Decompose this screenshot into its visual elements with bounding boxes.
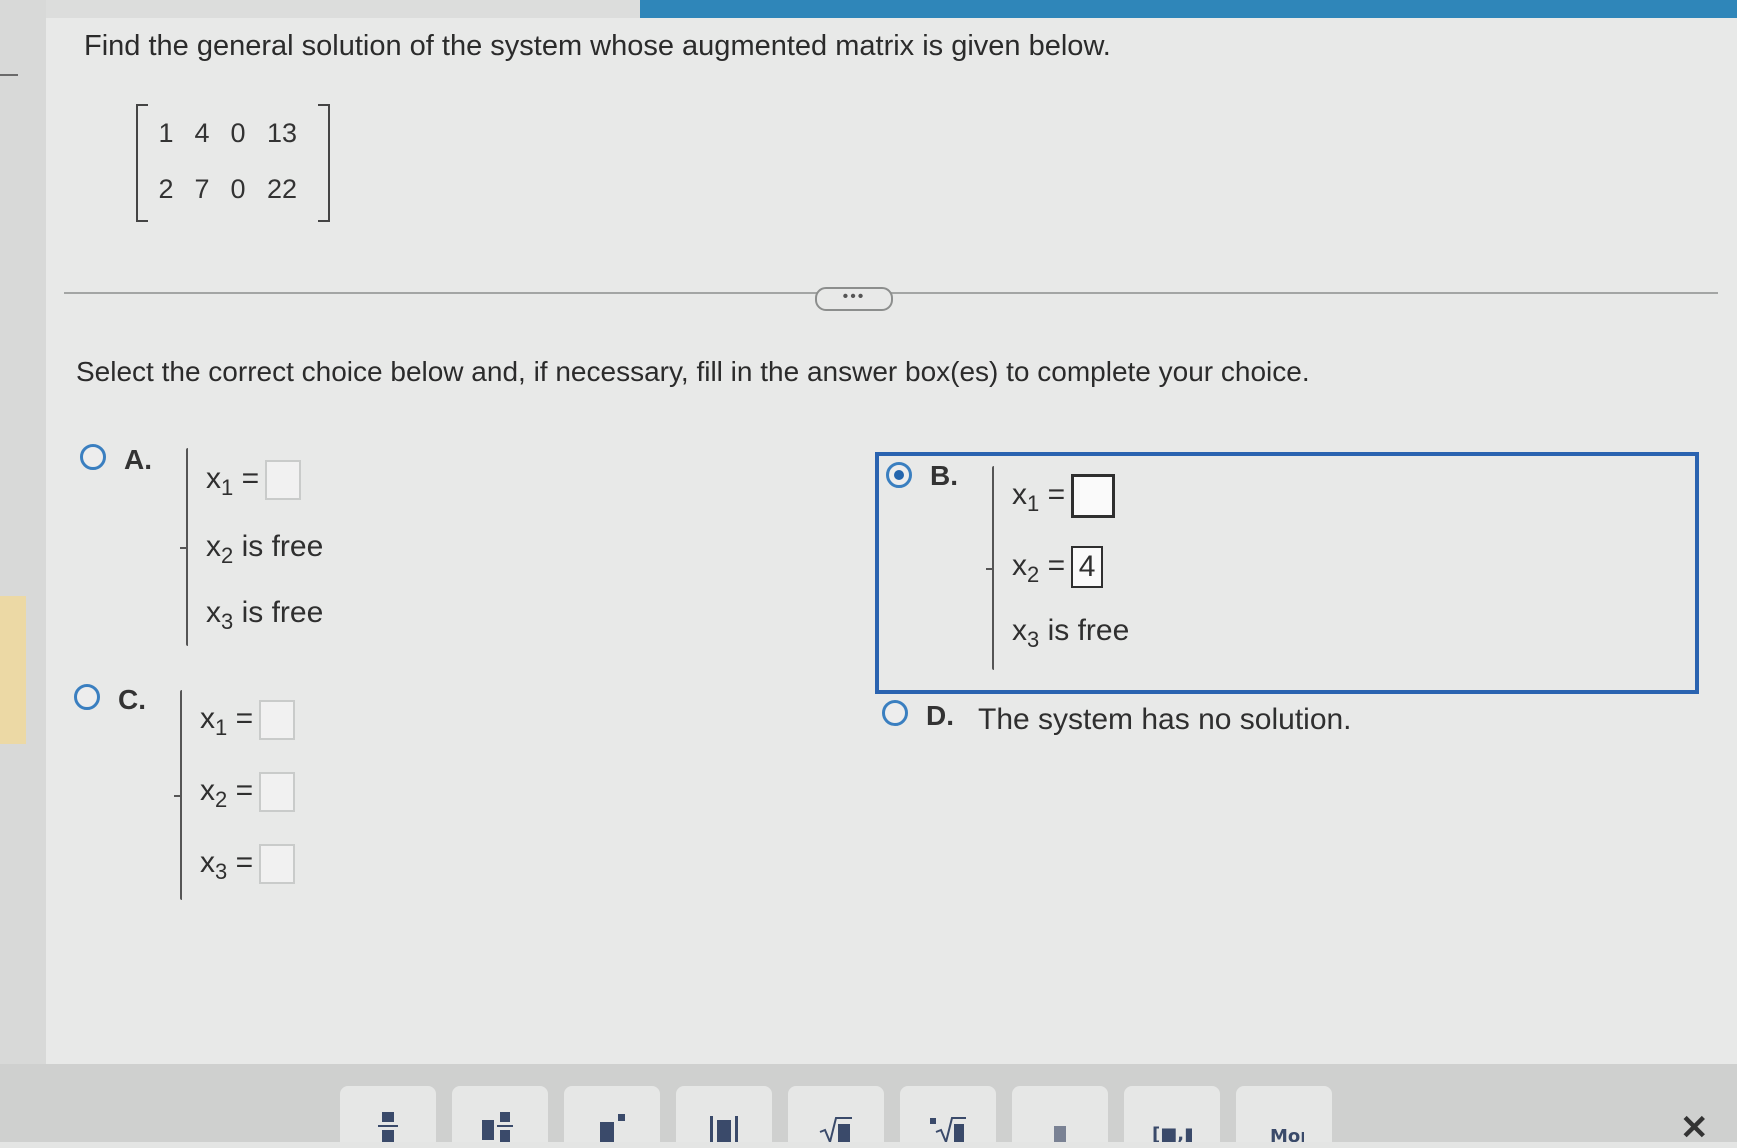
variable-subscript: 1 (221, 474, 234, 500)
left-tick-mark (0, 74, 18, 76)
matrix-cell: 1 (158, 118, 174, 148)
equals-sign: = (1039, 548, 1066, 582)
variable: x (200, 701, 215, 735)
more-symbols-button[interactable]: More (1236, 1086, 1332, 1142)
matrix-cell: 22 (266, 174, 298, 204)
choice-a-brace (180, 448, 188, 646)
matrix-cell: 0 (230, 174, 246, 204)
choice-c-label: C. (118, 684, 146, 715)
matrix-cell: 4 (194, 118, 210, 148)
variable-subscript: 1 (215, 714, 228, 740)
variable: x (200, 773, 215, 807)
close-icon[interactable]: ✕ (1680, 1108, 1709, 1148)
choice-b-x1-row: x1 = (1012, 474, 1116, 518)
choice-b-x2-row: x2 = 4 (1012, 546, 1104, 588)
mixed-number-icon (482, 1112, 513, 1142)
choice-a-radio[interactable] (80, 444, 106, 470)
variable: x (206, 530, 221, 563)
choice-c-x3-answer-box[interactable] (259, 844, 296, 884)
variable-subscript: 3 (215, 858, 228, 884)
free-text: is free (233, 530, 324, 563)
question-text: Find the general solution of the system … (84, 30, 1111, 62)
variable: x (1012, 614, 1027, 647)
variable-subscript: 2 (215, 786, 228, 812)
choice-a-x1-answer-box[interactable] (265, 460, 302, 500)
more-button[interactable]: ••• (815, 287, 893, 311)
instruction-text: Select the correct choice below and, if … (76, 356, 1310, 387)
interval-icon: [■,■] (1152, 1124, 1192, 1142)
variable-subscript: 2 (1027, 561, 1040, 587)
matrix-cell: 0 (230, 118, 246, 148)
choice-c-x3-row: x3 = (200, 844, 296, 885)
choice-a-x2-row: x2 is free (206, 530, 323, 569)
left-sidebar-strip (0, 0, 46, 1142)
variable-subscript: 3 (221, 609, 234, 634)
choice-b-selected-frame (875, 452, 1699, 694)
square-root-icon (819, 1117, 852, 1142)
absolute-value-button[interactable] (676, 1086, 772, 1142)
augmented-matrix: 1 4 0 13 2 7 0 22 (136, 104, 330, 222)
matrix-cell: 13 (266, 118, 298, 148)
equals-sign: = (227, 773, 254, 807)
mixed-number-button[interactable] (452, 1086, 548, 1142)
variable: x (1012, 548, 1027, 582)
choice-d-label: D. (926, 700, 954, 731)
equals-sign: = (227, 701, 254, 735)
exponent-icon (600, 1114, 625, 1142)
choice-a-x1-row: x1 = (206, 460, 302, 501)
choice-b-x3-row: x3 is free (1012, 614, 1129, 653)
choice-b-x2-answer-box[interactable]: 4 (1071, 546, 1104, 588)
left-highlight-strip (0, 596, 26, 744)
choice-c-x2-row: x2 = (200, 772, 296, 813)
choice-b-x1-answer-box[interactable] (1071, 474, 1116, 518)
svg-text:More: More (1270, 1126, 1304, 1142)
equals-sign: = (1039, 477, 1066, 511)
choice-d-radio[interactable] (882, 700, 908, 726)
choice-b-brace (986, 466, 994, 670)
choice-c-x1-answer-box[interactable] (259, 700, 296, 740)
variable-subscript: 2 (221, 543, 234, 568)
variable-subscript: 1 (1027, 490, 1040, 516)
choice-c-radio[interactable] (74, 684, 100, 710)
interval-button[interactable]: [■,■] (1124, 1086, 1220, 1142)
equals-sign: = (233, 461, 260, 495)
absolute-value-icon (710, 1116, 738, 1142)
fraction-button[interactable] (340, 1086, 436, 1142)
nth-root-icon (930, 1117, 966, 1142)
svg-text:[■,■]: [■,■] (1152, 1124, 1192, 1142)
free-text: is free (1039, 614, 1130, 647)
nth-root-button[interactable] (900, 1086, 996, 1142)
matrix-right-bracket (318, 104, 330, 222)
top-accent-bar (640, 0, 1737, 18)
choice-c-brace (174, 690, 182, 900)
variable: x (206, 461, 221, 495)
matrix-cell: 7 (194, 174, 210, 204)
choice-c-x1-row: x1 = (200, 700, 296, 741)
more-symbols-icon: More (1270, 1126, 1304, 1142)
equals-sign: = (227, 845, 254, 879)
fraction-icon (378, 1112, 398, 1142)
variable: x (200, 845, 215, 879)
choice-b-radio[interactable] (886, 462, 912, 488)
variable-subscript: 3 (1027, 627, 1040, 652)
variable: x (206, 596, 221, 629)
choice-a-x3-row: x3 is free (206, 596, 323, 635)
choice-b-label: B. (930, 460, 958, 491)
choice-c-x2-answer-box[interactable] (259, 772, 296, 812)
decimal-button[interactable] (1012, 1086, 1108, 1142)
choice-a-label: A. (124, 444, 152, 475)
exponent-button[interactable] (564, 1086, 660, 1142)
matrix-cell: 2 (158, 174, 174, 204)
decimal-icon (1054, 1126, 1066, 1142)
free-text: is free (233, 596, 324, 629)
square-root-button[interactable] (788, 1086, 884, 1142)
choice-d-text: The system has no solution. (978, 703, 1352, 736)
variable: x (1012, 477, 1027, 511)
